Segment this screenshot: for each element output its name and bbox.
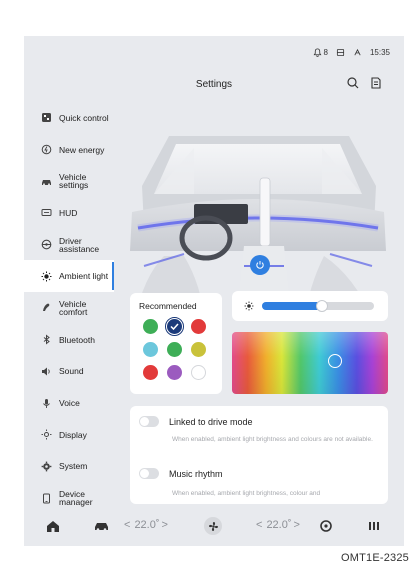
- recommended-colors-panel: Recommended: [130, 293, 222, 394]
- color-swatch[interactable]: [143, 365, 158, 380]
- music-rhythm-label: Music rhythm: [169, 468, 223, 479]
- power-icon: [256, 261, 264, 269]
- temp-decrease-passenger[interactable]: <: [256, 519, 262, 531]
- document-icon[interactable]: [369, 76, 383, 90]
- color-swatch[interactable]: [165, 317, 184, 336]
- color-swatch[interactable]: [167, 365, 182, 380]
- seat-icon: [41, 302, 52, 313]
- search-icon[interactable]: [346, 76, 360, 90]
- sidebar-item-label: Bluetooth: [59, 334, 95, 345]
- linked-drive-mode-label: Linked to drive mode: [169, 416, 253, 427]
- color-swatch[interactable]: [191, 319, 206, 334]
- signal-icon: [354, 48, 361, 56]
- sidebar-item-ambient-light[interactable]: Ambient light: [24, 260, 114, 293]
- sidebar-item-voice[interactable]: Voice: [24, 387, 114, 419]
- bottom-dock: <22.0˚ > <22.0˚ >: [24, 506, 404, 546]
- temp-decrease-driver[interactable]: <: [124, 519, 130, 531]
- device-icon: [41, 493, 52, 504]
- sidebar-item-label: Sound: [59, 366, 84, 377]
- microphone-icon: [41, 398, 52, 409]
- car-icon: [41, 176, 52, 187]
- color-swatch[interactable]: [143, 342, 158, 357]
- music-rhythm-toggle[interactable]: [139, 468, 159, 479]
- recommended-title: Recommended: [139, 301, 197, 311]
- bluetooth-icon: [41, 334, 52, 345]
- fan-button[interactable]: [204, 517, 222, 535]
- sidebar-item-label: System: [59, 461, 88, 472]
- sidebar-item-display[interactable]: Display: [24, 419, 114, 451]
- sidebar-item-label: Ambient light: [59, 271, 109, 282]
- sidebar-item-label: Driver assistance: [59, 235, 100, 254]
- temp-increase-passenger[interactable]: >: [294, 519, 300, 531]
- settings-screen: 8 15:35 Settings Quick control New energ…: [24, 36, 404, 546]
- color-picker-handle[interactable]: [328, 354, 342, 368]
- sidebar-item-label: New energy: [59, 144, 105, 155]
- brightness-panel: [232, 291, 388, 321]
- music-rhythm-description: When enabled, ambient light brightness, …: [172, 490, 321, 497]
- sidebar: Quick control New energy Vehicle setting…: [24, 102, 114, 514]
- steering-wheel-icon: [41, 239, 52, 250]
- hud-icon: [41, 207, 52, 218]
- storage-icon: [336, 48, 345, 57]
- color-swatch[interactable]: [191, 342, 206, 357]
- speaker-icon: [41, 366, 52, 377]
- driver-temperature[interactable]: <22.0˚ >: [124, 519, 168, 531]
- music-rhythm-row: Music rhythm: [139, 468, 223, 479]
- sidebar-item-label: Display: [59, 429, 87, 440]
- ambient-light-icon: [41, 271, 52, 282]
- fan-icon: [208, 521, 218, 531]
- sidebar-item-label: HUD: [59, 207, 78, 218]
- sidebar-item-system[interactable]: System: [24, 451, 114, 483]
- ambient-options-panel: Linked to drive mode When enabled, ambie…: [130, 406, 388, 504]
- clock: 15:35: [369, 48, 390, 57]
- sidebar-item-label: Vehicle comfort: [59, 298, 88, 317]
- color-swatch[interactable]: [167, 342, 182, 357]
- linked-drive-mode-row: Linked to drive mode: [139, 416, 253, 427]
- temp-increase-driver[interactable]: >: [162, 519, 168, 531]
- color-swatch[interactable]: [191, 365, 206, 380]
- bell-icon: [313, 48, 321, 57]
- brightness-slider-handle[interactable]: [316, 300, 329, 312]
- passenger-temperature[interactable]: <22.0˚ >: [256, 519, 300, 531]
- driver-temp-value: 22.0˚: [134, 519, 160, 531]
- linked-drive-mode-description: When enabled, ambient light brightness a…: [172, 436, 373, 443]
- ambient-light-power-button[interactable]: [250, 255, 270, 275]
- sidebar-item-vehicle-settings[interactable]: Vehicle settings: [24, 165, 114, 197]
- sidebar-item-new-energy[interactable]: New energy: [24, 134, 114, 166]
- color-swatch[interactable]: [143, 319, 158, 334]
- apps-icon[interactable]: [368, 520, 380, 532]
- steering-wheel-icon[interactable]: [320, 520, 332, 532]
- sidebar-item-label: Quick control: [59, 112, 109, 123]
- sidebar-item-label: Device manager: [59, 489, 93, 508]
- home-icon[interactable]: [46, 520, 60, 533]
- brightness-slider-fill: [262, 302, 323, 310]
- sidebar-item-hud[interactable]: HUD: [24, 197, 114, 229]
- sidebar-item-label: Voice: [59, 398, 80, 409]
- display-icon: [41, 429, 52, 440]
- sidebar-item-quick-control[interactable]: Quick control: [24, 102, 114, 134]
- sidebar-item-label: Vehicle settings: [59, 172, 89, 191]
- figure-code: OMT1E-2325: [340, 552, 409, 564]
- new-energy-icon: [41, 144, 52, 155]
- sidebar-item-sound[interactable]: Sound: [24, 356, 114, 388]
- linked-drive-mode-toggle[interactable]: [139, 416, 159, 427]
- sidebar-item-driver-assistance[interactable]: Driver assistance: [24, 229, 114, 261]
- brightness-slider-track[interactable]: [262, 300, 374, 312]
- quick-control-icon: [41, 112, 52, 123]
- color-palette[interactable]: [232, 332, 388, 394]
- check-icon: [170, 323, 179, 331]
- car-icon[interactable]: [94, 520, 109, 532]
- brightness-icon: [244, 301, 254, 311]
- status-bar: 8 15:35: [313, 48, 390, 57]
- sidebar-item-bluetooth[interactable]: Bluetooth: [24, 324, 114, 356]
- gear-icon: [41, 461, 52, 472]
- passenger-temp-value: 22.0˚: [266, 519, 292, 531]
- sidebar-item-vehicle-comfort[interactable]: Vehicle comfort: [24, 292, 114, 324]
- notification-indicator: 8: [313, 48, 328, 57]
- notification-count: 8: [323, 48, 328, 57]
